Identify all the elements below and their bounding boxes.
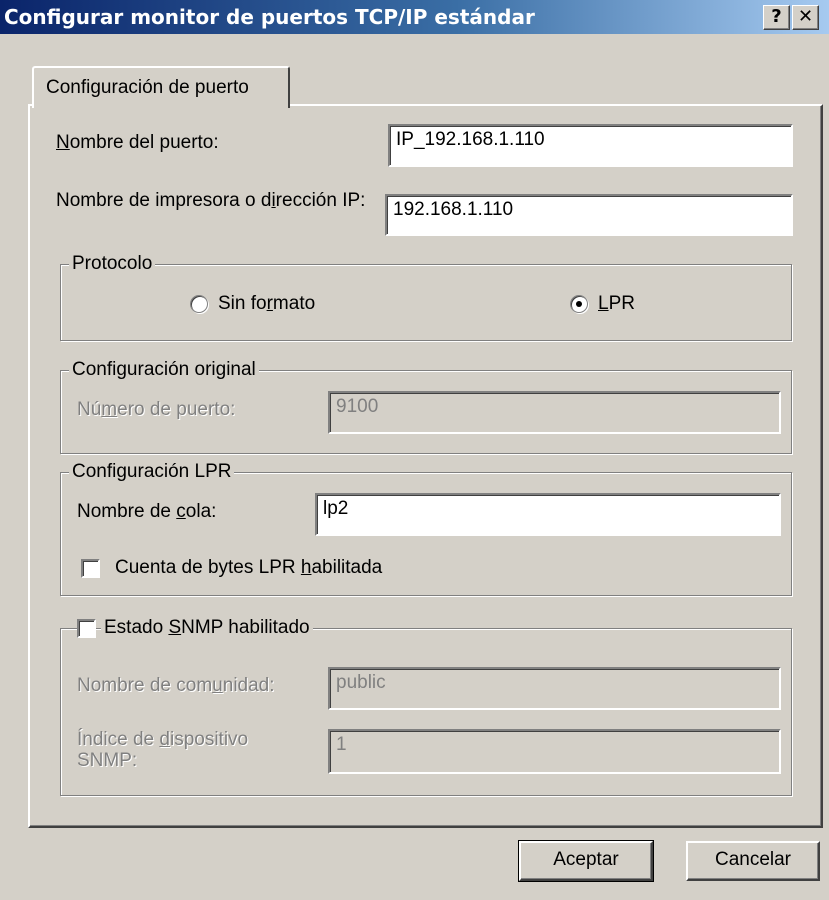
printer-address-label: Nombre de impresora o dirección IP: (56, 190, 366, 211)
tab-label: Configuración de puerto (46, 77, 249, 98)
help-button[interactable]: ? (763, 5, 790, 30)
protocol-legend: Protocolo (69, 253, 156, 275)
raw-radio-label[interactable]: Sin formato (218, 293, 315, 315)
ok-button[interactable]: Aceptar (518, 840, 654, 882)
snmp-checkbox-label[interactable]: Estado SNMP habilitado (101, 617, 313, 639)
byte-count-label[interactable]: Cuenta de bytes LPR habilitada (115, 557, 382, 579)
community-label: Nombre de comunidad: (77, 675, 275, 696)
device-index-label: Índice de dispositivo SNMP: (77, 729, 249, 771)
queue-name-label: Nombre de cola: (77, 501, 217, 522)
port-name-label: Nombre del puerto: (56, 132, 219, 153)
printer-address-input[interactable]: 192.168.1.110 (385, 194, 793, 236)
raw-settings-legend: Configuración original (69, 359, 259, 381)
radio-selected-dot (576, 301, 582, 307)
help-icon: ? (771, 6, 782, 27)
close-button[interactable]: ✕ (792, 5, 819, 30)
community-input: public (328, 667, 781, 710)
cancel-button[interactable]: Cancelar (686, 841, 820, 881)
lpr-settings-group: Configuración LPR Nombre de cola: lp2 Cu… (60, 461, 792, 596)
byte-count-checkbox[interactable] (81, 559, 100, 578)
close-icon: ✕ (797, 6, 814, 27)
window-title: Configurar monitor de puertos TCP/IP est… (4, 5, 535, 29)
lpr-radio[interactable] (570, 295, 588, 313)
queue-name-input[interactable]: lp2 (315, 493, 781, 536)
title-bar: Configurar monitor de puertos TCP/IP est… (0, 0, 829, 34)
port-number-label: Número de puerto: (77, 399, 236, 420)
device-index-input: 1 (328, 729, 781, 774)
tab-port-settings[interactable]: Configuración de puerto (32, 66, 290, 108)
lpr-settings-legend: Configuración LPR (69, 461, 235, 483)
tab-panel: Nombre del puerto: IP_192.168.1.110 Nomb… (28, 104, 823, 828)
port-number-input: 9100 (328, 391, 781, 434)
raw-settings-group: Configuración original Número de puerto:… (60, 359, 792, 454)
lpr-radio-label[interactable]: LPR (598, 293, 635, 315)
snmp-checkbox[interactable] (77, 619, 96, 638)
protocol-group: Protocolo Sin formato LPR (60, 253, 792, 341)
raw-radio[interactable] (190, 295, 208, 313)
snmp-group: Estado SNMP habilitado Nombre de comunid… (60, 617, 792, 796)
port-name-input[interactable]: IP_192.168.1.110 (388, 124, 793, 167)
